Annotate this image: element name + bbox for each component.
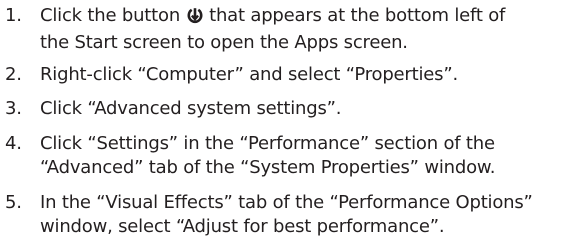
instruction-page: { "steps": [ { "number": "1.", "line1_be… xyxy=(0,0,587,251)
step-text: Right-click “Computer” and select “Prope… xyxy=(40,63,583,87)
step-text: Click “Advanced system settings”. xyxy=(40,97,583,121)
step-text: Click the button that appears at the bot… xyxy=(40,4,583,55)
step-number: 5. xyxy=(5,192,22,213)
step-line: window, select “Adjust for best performa… xyxy=(40,216,445,237)
step-number: 4. xyxy=(5,133,22,154)
step-text: Click “Settings” in the “Performance” se… xyxy=(40,132,583,180)
step-line: Click “Settings” in the “Performance” se… xyxy=(40,133,495,154)
step-line: Click “Advanced system settings”. xyxy=(40,98,342,119)
step-line: Right-click “Computer” and select “Prope… xyxy=(40,64,458,85)
step-number: 1. xyxy=(5,5,22,26)
down-arrow-circle-icon xyxy=(187,7,203,31)
step-text: In the “Visual Effects” tab of the “Perf… xyxy=(40,191,583,239)
step-line: “Advanced” tab of the “System Properties… xyxy=(40,157,496,178)
step-text-segment: Click the button xyxy=(40,5,186,26)
step-line: the Start screen to open the Apps screen… xyxy=(40,32,408,53)
step-line: Click the button that appears at the bot… xyxy=(40,4,583,31)
step-number: 3. xyxy=(5,98,22,119)
step-text-segment: that appears at the bottom left of xyxy=(203,5,506,26)
step-number: 2. xyxy=(5,64,22,85)
step-line: In the “Visual Effects” tab of the “Perf… xyxy=(40,192,533,213)
